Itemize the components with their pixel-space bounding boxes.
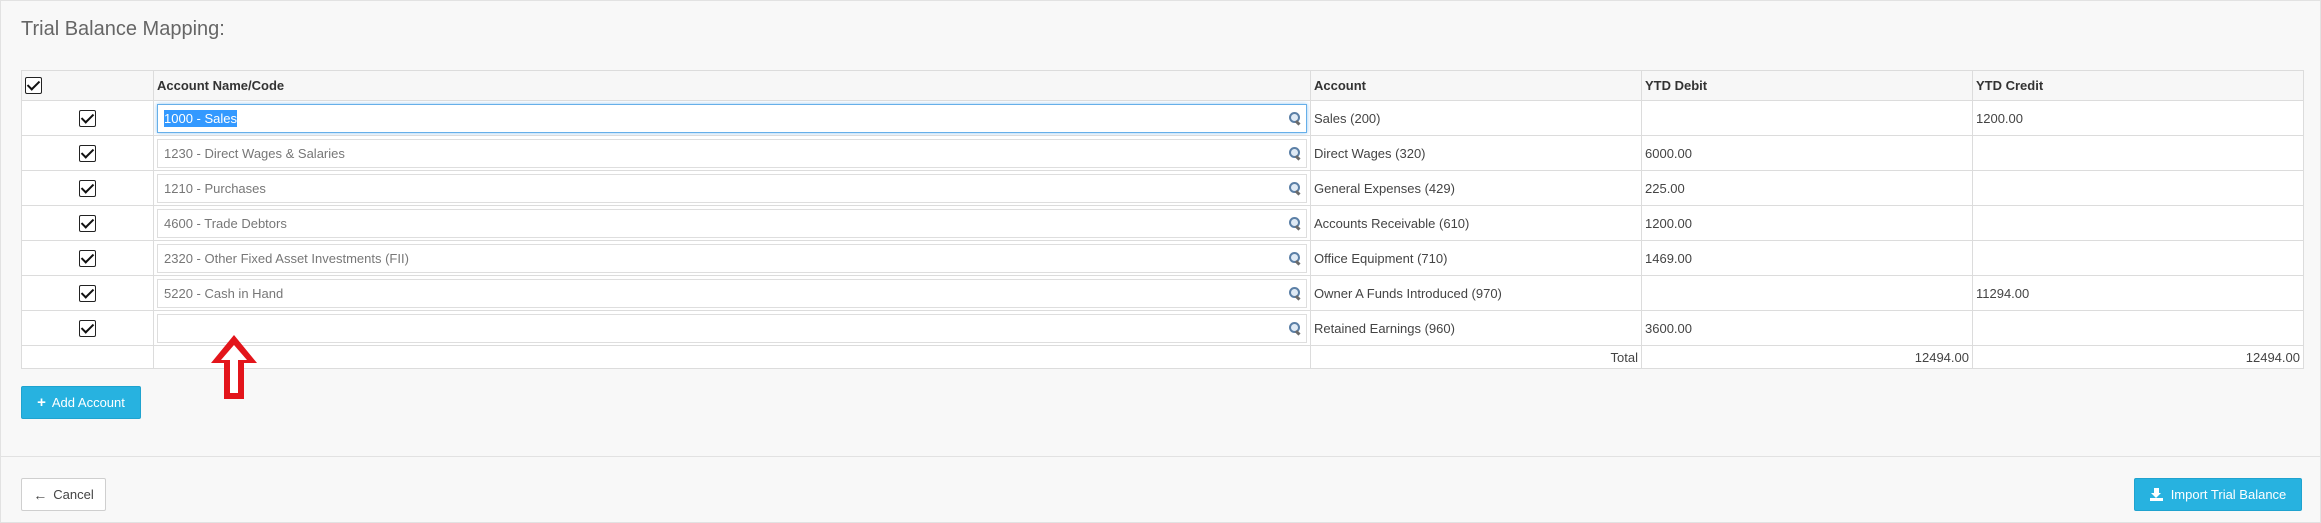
ytd-debit-cell: 3600.00 xyxy=(1641,310,1973,346)
account-code-cell: 1000 - Sales xyxy=(153,100,1311,136)
ytd-credit-cell xyxy=(1972,240,2304,276)
table-header-row: Account Name/Code Account YTD Debit YTD … xyxy=(21,70,2304,101)
total-ytd-debit: 12494.00 xyxy=(1641,345,1973,369)
header-account: Account xyxy=(1310,70,1642,101)
total-label: Total xyxy=(1310,345,1642,369)
import-trial-balance-button[interactable]: Import Trial Balance xyxy=(2134,478,2302,511)
row-checkbox[interactable] xyxy=(79,284,96,302)
search-icon[interactable] xyxy=(1288,286,1302,300)
plus-icon: + xyxy=(37,394,46,411)
account-code-value: 4600 - Trade Debtors xyxy=(164,215,287,231)
import-trial-balance-label: Import Trial Balance xyxy=(2170,487,2287,502)
ytd-credit-cell xyxy=(1972,135,2304,171)
header-select-all[interactable] xyxy=(21,70,154,101)
total-ytd-credit: 12494.00 xyxy=(1972,345,2304,369)
cancel-button[interactable]: ← Cancel xyxy=(21,478,106,511)
row-checkbox[interactable] xyxy=(79,319,96,337)
add-account-label: Add Account xyxy=(51,395,125,410)
ytd-debit-cell: 1469.00 xyxy=(1641,240,1973,276)
ytd-credit-cell: 11294.00 xyxy=(1972,275,2304,311)
header-ytd-credit: YTD Credit xyxy=(1972,70,2304,101)
ytd-debit-cell xyxy=(1641,275,1973,311)
row-select-cell[interactable] xyxy=(21,205,154,241)
search-icon[interactable] xyxy=(1288,146,1302,160)
header-account-name-code: Account Name/Code xyxy=(153,70,1311,101)
ytd-debit-cell xyxy=(1641,100,1973,136)
table-row: 4600 - Trade Debtors Accounts Receivable… xyxy=(21,205,2304,241)
footer-divider xyxy=(0,456,2321,457)
header-ytd-debit: YTD Debit xyxy=(1641,70,1973,101)
account-code-value: 1210 - Purchases xyxy=(164,180,266,196)
table-row: Retained Earnings (960) 3600.00 xyxy=(21,310,2304,346)
account-code-input[interactable]: 4600 - Trade Debtors xyxy=(157,208,1307,238)
account-code-input-empty[interactable] xyxy=(157,313,1307,343)
account-code-input[interactable]: 2320 - Other Fixed Asset Investments (FI… xyxy=(157,243,1307,273)
total-empty-cell xyxy=(21,345,154,369)
cancel-label: Cancel xyxy=(53,487,94,502)
account-code-cell: 4600 - Trade Debtors xyxy=(153,205,1311,241)
search-icon[interactable] xyxy=(1288,111,1302,125)
search-icon[interactable] xyxy=(1288,181,1302,195)
row-select-cell[interactable] xyxy=(21,275,154,311)
row-select-cell[interactable] xyxy=(21,100,154,136)
red-up-arrow-icon xyxy=(211,335,257,399)
table-row: 1230 - Direct Wages & Salaries Direct Wa… xyxy=(21,135,2304,171)
account-code-value: 5220 - Cash in Hand xyxy=(164,285,284,301)
account-cell: General Expenses (429) xyxy=(1310,170,1642,206)
ytd-debit-cell: 6000.00 xyxy=(1641,135,1973,171)
search-icon[interactable] xyxy=(1288,321,1302,335)
account-code-input[interactable]: 1000 - Sales xyxy=(157,103,1307,133)
account-code-input[interactable]: 1230 - Direct Wages & Salaries xyxy=(157,138,1307,168)
ytd-credit-cell xyxy=(1972,310,2304,346)
total-row: Total 12494.00 12494.00 xyxy=(21,345,2304,369)
table-row: 2320 - Other Fixed Asset Investments (FI… xyxy=(21,240,2304,276)
account-code-input[interactable]: 1210 - Purchases xyxy=(157,173,1307,203)
row-select-cell[interactable] xyxy=(21,170,154,206)
account-cell: Sales (200) xyxy=(1310,100,1642,136)
row-checkbox[interactable] xyxy=(79,109,96,127)
table-row: 1000 - Sales Sales (200) 1200.00 xyxy=(21,100,2304,136)
account-code-value: 2320 - Other Fixed Asset Investments (FI… xyxy=(164,250,409,266)
table-row: 1210 - Purchases General Expenses (429) … xyxy=(21,170,2304,206)
account-code-value: 1000 - Sales xyxy=(164,109,237,127)
arrow-left-icon: ← xyxy=(33,486,48,503)
total-empty-cell xyxy=(153,345,1311,369)
row-checkbox[interactable] xyxy=(79,249,96,267)
account-cell: Accounts Receivable (610) xyxy=(1310,205,1642,241)
add-account-button[interactable]: + Add Account xyxy=(21,386,141,419)
search-icon[interactable] xyxy=(1288,216,1302,230)
ytd-credit-cell xyxy=(1972,205,2304,241)
ytd-debit-cell: 1200.00 xyxy=(1641,205,1973,241)
account-cell: Owner A Funds Introduced (970) xyxy=(1310,275,1642,311)
row-checkbox[interactable] xyxy=(79,214,96,232)
account-code-cell xyxy=(153,310,1311,346)
select-all-checkbox[interactable] xyxy=(25,77,42,95)
account-code-cell: 1210 - Purchases xyxy=(153,170,1311,206)
row-select-cell[interactable] xyxy=(21,240,154,276)
row-checkbox[interactable] xyxy=(79,179,96,197)
download-icon xyxy=(2149,488,2163,501)
row-checkbox[interactable] xyxy=(79,144,96,162)
page-title: Trial Balance Mapping: xyxy=(21,18,225,40)
table-row: 5220 - Cash in Hand Owner A Funds Introd… xyxy=(21,275,2304,311)
ytd-credit-cell xyxy=(1972,170,2304,206)
account-code-input[interactable]: 5220 - Cash in Hand xyxy=(157,278,1307,308)
account-cell: Retained Earnings (960) xyxy=(1310,310,1642,346)
account-cell: Direct Wages (320) xyxy=(1310,135,1642,171)
account-code-cell: 2320 - Other Fixed Asset Investments (FI… xyxy=(153,240,1311,276)
trial-balance-table: Account Name/Code Account YTD Debit YTD … xyxy=(21,70,2304,369)
ytd-debit-cell: 225.00 xyxy=(1641,170,1973,206)
row-select-cell[interactable] xyxy=(21,310,154,346)
search-icon[interactable] xyxy=(1288,251,1302,265)
row-select-cell[interactable] xyxy=(21,135,154,171)
ytd-credit-cell: 1200.00 xyxy=(1972,100,2304,136)
account-code-cell: 5220 - Cash in Hand xyxy=(153,275,1311,311)
account-code-value: 1230 - Direct Wages & Salaries xyxy=(164,145,345,161)
account-cell: Office Equipment (710) xyxy=(1310,240,1642,276)
account-code-cell: 1230 - Direct Wages & Salaries xyxy=(153,135,1311,171)
